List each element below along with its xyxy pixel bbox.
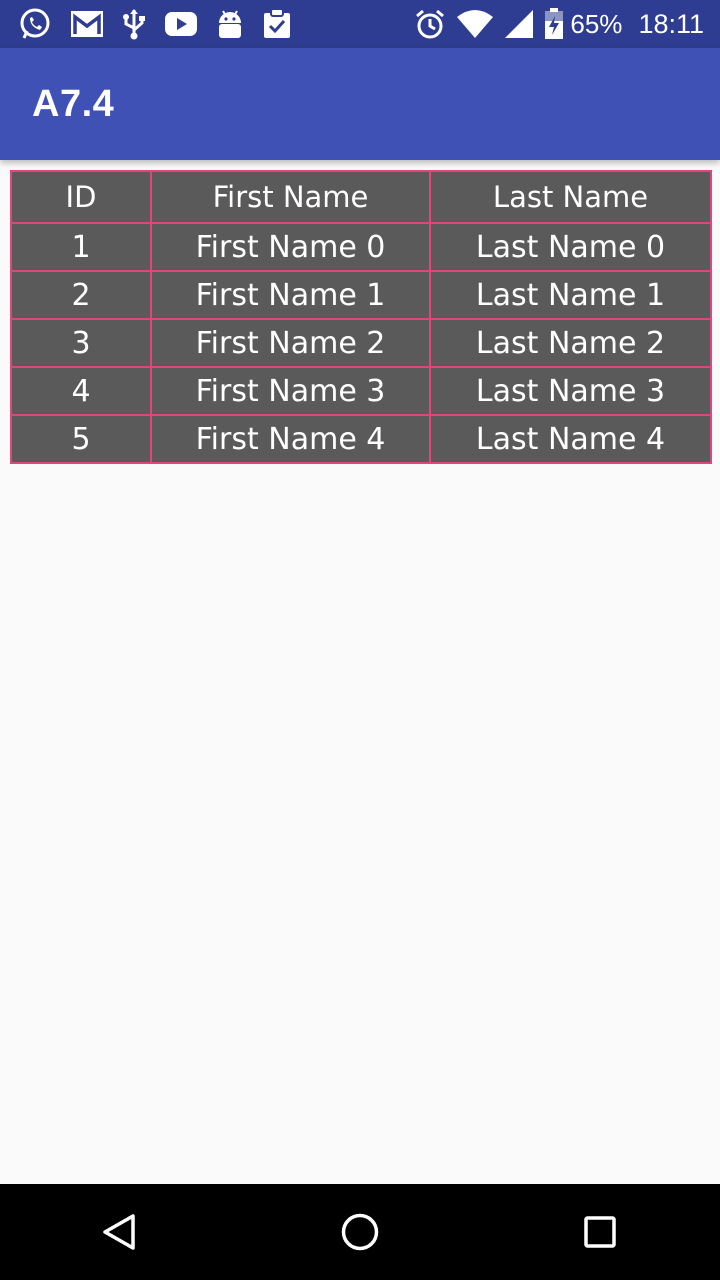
data-table: ID First Name Last Name 1 First Name 0 L…	[10, 170, 712, 464]
cell-first-name: First Name 3	[150, 366, 431, 416]
cell-last-name: Last Name 1	[429, 270, 712, 320]
cell-id: 4	[10, 366, 152, 416]
cell-id: 5	[10, 414, 152, 464]
cell-id: 3	[10, 318, 152, 368]
battery-percentage: 65%	[570, 8, 623, 39]
cell-first-name: First Name 4	[150, 414, 431, 464]
column-header-first-name: First Name	[150, 170, 431, 224]
cell-last-name: Last Name 0	[429, 222, 712, 272]
alarm-icon	[414, 8, 446, 40]
clock: 18:11	[638, 8, 704, 39]
status-bar: 65% 18:11	[0, 0, 720, 48]
back-icon	[103, 1214, 135, 1250]
recents-button[interactable]	[560, 1192, 640, 1272]
usb-icon	[122, 8, 146, 40]
navigation-bar	[0, 1184, 720, 1280]
table-row: 4 First Name 3 Last Name 3	[10, 366, 712, 416]
cell-first-name: First Name 2	[150, 318, 431, 368]
system-icons: 65% 18:11	[404, 8, 704, 40]
wifi-icon	[456, 9, 494, 39]
column-header-last-name: Last Name	[429, 170, 712, 224]
cell-id: 1	[10, 222, 152, 272]
recents-icon	[584, 1216, 616, 1248]
data-table-container: ID First Name Last Name 1 First Name 0 L…	[10, 170, 712, 464]
whatsapp-icon	[18, 7, 52, 41]
clipboard-check-icon	[262, 8, 292, 40]
table-row: 5 First Name 4 Last Name 4	[10, 414, 712, 464]
table-row: 3 First Name 2 Last Name 2	[10, 318, 712, 368]
youtube-icon	[164, 11, 198, 37]
table-header-row: ID First Name Last Name	[10, 170, 712, 224]
app-bar: A7.4	[0, 48, 720, 160]
cell-id: 2	[10, 270, 152, 320]
column-header-id: ID	[10, 170, 152, 224]
app-title: A7.4	[32, 82, 115, 125]
cell-last-name: Last Name 2	[429, 318, 712, 368]
cell-first-name: First Name 0	[150, 222, 431, 272]
home-icon	[341, 1213, 379, 1251]
battery-charging-icon	[544, 8, 564, 40]
cell-first-name: First Name 1	[150, 270, 431, 320]
android-icon	[216, 9, 244, 39]
cell-last-name: Last Name 3	[429, 366, 712, 416]
cell-last-name: Last Name 4	[429, 414, 712, 464]
gmail-icon	[70, 10, 104, 38]
home-button[interactable]	[320, 1192, 400, 1272]
notification-icons	[18, 7, 310, 41]
signal-icon	[504, 9, 534, 39]
table-row: 1 First Name 0 Last Name 0	[10, 222, 712, 272]
back-button[interactable]	[80, 1192, 160, 1272]
table-row: 2 First Name 1 Last Name 1	[10, 270, 712, 320]
